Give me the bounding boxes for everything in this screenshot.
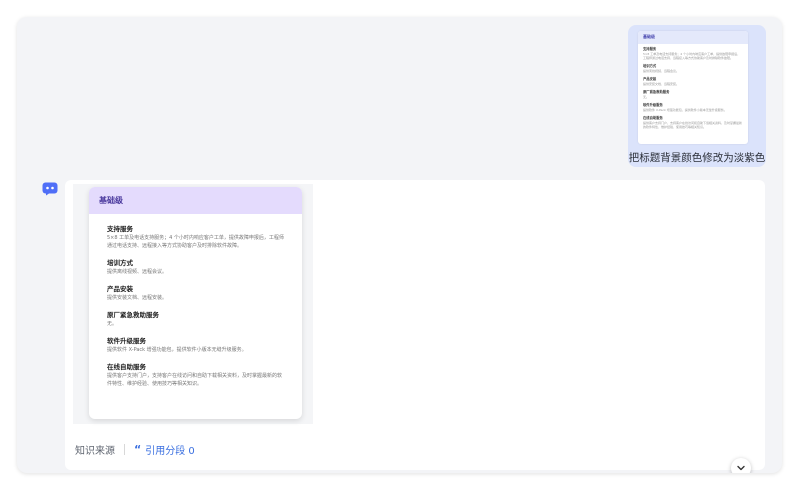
thumbnail-section-desc: 提供离线视频、远程会议。 [643, 69, 680, 73]
chat-window: 基础级 支持服务 5×8 工单及电话支持服务；4 个小时内响应客户工单，提供故障申… [17, 17, 782, 473]
knowledge-sources-bar: 知识来源 “ 引用分段 0 [75, 442, 195, 457]
section-title: 原厂紧急救助服务 [107, 311, 159, 319]
section-desc: 无。 [107, 321, 118, 327]
section-desc: 提供客户支持门户，支持客户在线访问和自助下载相关资料，及时掌握最新的软件特性、维… [107, 373, 283, 387]
thumbnail-section-desc: 无。 [643, 95, 650, 99]
scroll-down-button[interactable] [731, 458, 751, 473]
section-title: 产品安装 [107, 285, 133, 293]
user-message-text: 把标题背景颜色修改为淡紫色 [628, 152, 766, 164]
assistant-message: 基础级 支持服务 5×8 工单及电话支持服务；4 个小时内响应客户工单，提供故障申… [65, 180, 765, 473]
thumbnail-section-desc: 5×8 工单及电话支持服务；4 个小时内响应客户工单，提供故障申报后，工程师通过… [643, 52, 741, 60]
thumbnail-section-desc: 提供安装文档、远程安装。 [643, 82, 680, 86]
section-title: 培训方式 [107, 259, 133, 267]
document-title: 基础级 [89, 187, 302, 214]
generated-image-preview[interactable]: 基础级 支持服务 5×8 工单及电话支持服务；4 个小时内响应客户工单，提供故障申… [73, 184, 313, 424]
quote-icon: “ [134, 443, 142, 456]
section-title: 支持服务 [107, 225, 133, 233]
section-title: 软件升级服务 [107, 337, 146, 345]
section-desc: 提供软件 X-Pack 增强功能包，提供软件小版本无缝升级服务。 [107, 347, 247, 353]
section-desc: 提供安装文档、远程安装。 [107, 295, 168, 301]
citation-link[interactable]: 引用分段 0 [145, 442, 195, 457]
thumbnail-section-desc: 提供客户支持门户，支持客户在线访问和自助下载相关资料，及时掌握最新的软件特性、维… [643, 121, 743, 129]
thumbnail-title: 基础级 [638, 31, 748, 44]
section-desc: 5×8 工单及电话支持服务；4 个小时内响应客户工单，提供故障申报后，工程师通过… [107, 235, 284, 249]
thumbnail-section-desc: 提供软件 X-Pack 增强功能包，提供软件小版本无缝升级服务。 [643, 108, 727, 112]
section-title: 在线自助服务 [107, 363, 146, 371]
robot-chat-icon [42, 182, 58, 196]
user-message: 基础级 支持服务 5×8 工单及电话支持服务；4 个小时内响应客户工单，提供故障申… [628, 25, 766, 167]
section-desc: 提供离线视频、远程会议。 [107, 269, 168, 275]
chevron-down-icon [737, 465, 745, 471]
sources-label: 知识来源 [75, 446, 115, 457]
divider [124, 444, 125, 455]
attachment-thumbnail[interactable]: 基础级 支持服务 5×8 工单及电话支持服务；4 个小时内响应客户工单，提供故障申… [638, 31, 748, 144]
document-preview: 基础级 支持服务 5×8 工单及电话支持服务；4 个小时内响应客户工单，提供故障申… [89, 187, 302, 419]
